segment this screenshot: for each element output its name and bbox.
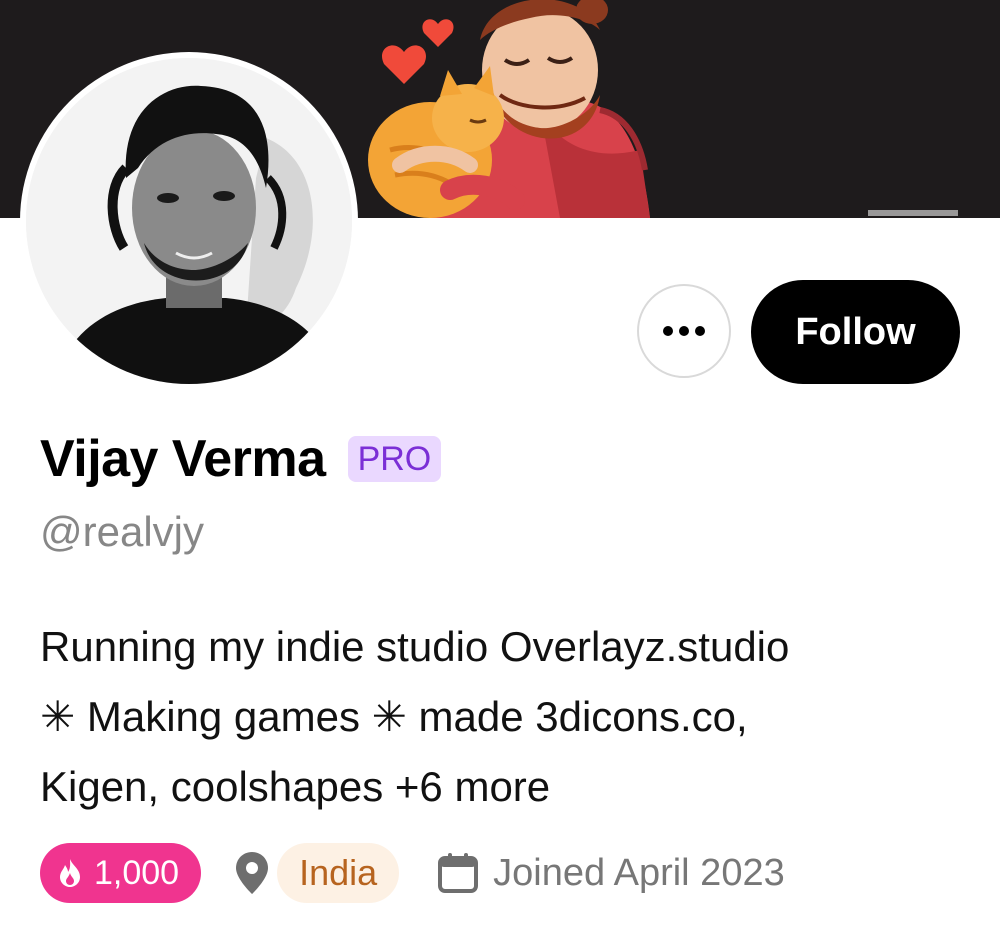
username-handle: @realvjy: [40, 508, 205, 555]
ellipsis-icon: [663, 326, 705, 336]
calendar-icon: [437, 852, 479, 894]
location-label: India: [299, 852, 378, 893]
display-name: Vijay Verma: [40, 430, 326, 488]
joined-date: Joined April 2023: [493, 851, 785, 894]
profile-name-row: Vijay Verma PRO: [40, 428, 442, 490]
more-options-button[interactable]: [637, 284, 731, 378]
follow-button-label: Follow: [795, 310, 916, 353]
flame-icon: [58, 858, 82, 888]
profile-page: Follow Vijay Verma PRO @realvjy Running …: [0, 0, 1000, 950]
heart-icon: [382, 45, 426, 84]
avatar-photo: [26, 58, 352, 384]
bio-line: Kigen, coolshapes +6 more: [40, 763, 551, 810]
bio: Running my indie studio Overlayz.studio …: [40, 612, 960, 822]
streak-badge[interactable]: 1,000: [40, 843, 202, 903]
bio-line: ✳ Making games ✳ made 3dicons.co,: [40, 693, 748, 740]
avatar[interactable]: [20, 52, 358, 390]
location-badge[interactable]: India: [277, 843, 400, 903]
map-pin-icon: [235, 851, 269, 895]
bio-line: Running my indie studio Overlayz.studio: [40, 623, 790, 670]
streak-count: 1,000: [94, 853, 180, 892]
heart-icon: [422, 19, 454, 47]
follow-button[interactable]: Follow: [751, 280, 960, 384]
pro-badge: PRO: [347, 436, 442, 482]
profile-meta-row: 1,000 India Joined April 2023: [40, 843, 785, 903]
